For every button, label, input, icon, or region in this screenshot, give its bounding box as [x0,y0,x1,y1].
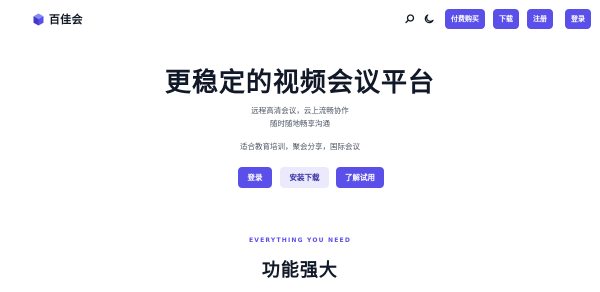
download-button[interactable]: 下载 [493,9,519,29]
hero-install-button[interactable]: 安装下载 [280,167,329,188]
hero-title: 更稳定的视频会议平台 [164,68,435,98]
moon-icon[interactable] [423,13,435,25]
register-button[interactable]: 注册 [527,9,553,29]
hero-subtitle-line2: 随时随地畅享沟通 [270,119,330,128]
buy-button[interactable]: 付费购买 [445,9,485,29]
hero-use-cases: 适合教育培训，聚会分享，国际会议 [240,142,360,151]
hero-login-button[interactable]: 登录 [238,167,272,188]
features-title: 功能强大 [262,260,338,281]
hero-subtitle-line1: 远程高清会议，云上流畅协作 [251,106,349,115]
features-eyebrow: EVERYTHING YOU NEED [248,237,352,244]
brand-name: 百佳会 [49,13,83,26]
cube-logo-icon [33,13,44,25]
top-nav: 百佳会 付费购买 下载 注册 登录 [0,0,600,38]
login-button[interactable]: 登录 [565,9,591,29]
search-icon[interactable] [404,13,416,25]
hero-trial-button[interactable]: 了解试用 [336,167,384,188]
brand-logo[interactable]: 百佳会 [33,11,83,27]
